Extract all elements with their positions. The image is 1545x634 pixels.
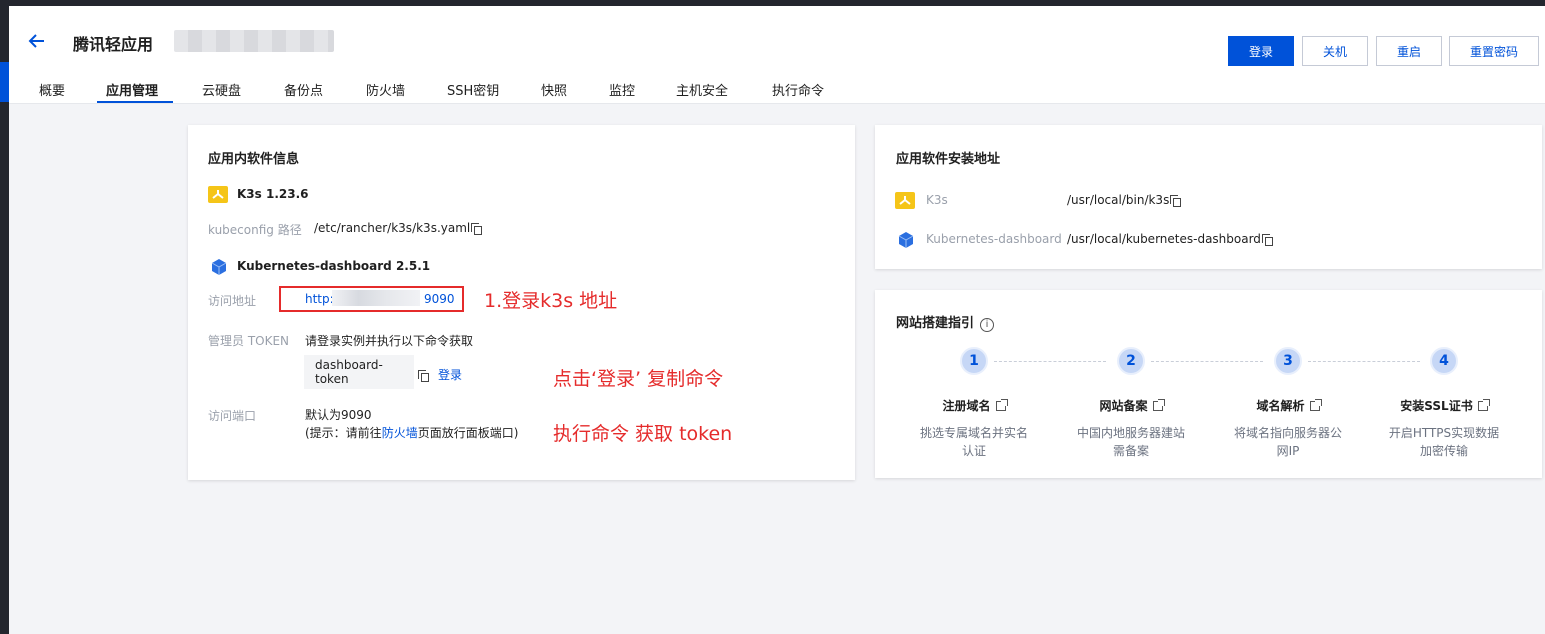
token-command-box: dashboard-token <box>304 355 414 389</box>
copy-icon[interactable] <box>418 370 429 382</box>
step-number: 2 <box>1117 347 1145 375</box>
tab-monitor[interactable]: 监控 <box>609 80 635 104</box>
site-guide-title: 网站搭建指引 <box>896 316 975 331</box>
step-desc: 中国内地服务器建站需备案 <box>1076 426 1185 458</box>
dashboard-version: Kubernetes-dashboard 2.5.1 <box>237 259 431 273</box>
port-tip: (提示：请前往防火墙页面放行面板端口) <box>305 424 518 441</box>
step-title: 域名解析 <box>1256 399 1305 413</box>
install-paths-title: 应用软件安装地址 <box>896 152 1001 167</box>
active-tab-indicator <box>97 101 173 103</box>
login-button[interactable]: 登录 <box>1228 36 1294 66</box>
url-masked-segment <box>332 290 420 306</box>
instance-name-masked <box>174 30 334 52</box>
step-title: 网站备案 <box>1099 399 1148 413</box>
shutdown-button[interactable]: 关机 <box>1302 36 1368 66</box>
k3s-icon <box>208 186 228 203</box>
restart-button[interactable]: 重启 <box>1376 36 1442 66</box>
k3s-icon <box>895 192 915 209</box>
tab-overview[interactable]: 概要 <box>39 80 65 104</box>
cube-icon <box>210 258 228 276</box>
port-tip-prefix: (提示：请前往 <box>305 426 382 440</box>
install-item-path-row: /usr/local/bin/k3s <box>1067 193 1182 207</box>
copy-icon[interactable] <box>471 223 483 235</box>
install-item-path: /usr/local/kubernetes-dashboard <box>1067 232 1261 246</box>
annotation-step-1: 1.登录k3s 地址 <box>484 290 618 312</box>
step-number: 1 <box>960 347 988 375</box>
access-address-label: 访问地址 <box>208 294 257 308</box>
tab-run-command[interactable]: 执行命令 <box>772 80 824 104</box>
cube-icon <box>897 231 915 249</box>
token-hint: 请登录实例并执行以下命令获取 <box>305 334 474 348</box>
tab-backup[interactable]: 备份点 <box>284 80 323 104</box>
install-item-name: K3s <box>926 193 948 207</box>
step-title-link[interactable]: 注册域名 <box>894 397 1054 414</box>
copy-icon[interactable] <box>1170 195 1182 207</box>
access-url-link[interactable]: http: <box>305 292 334 306</box>
access-port-label: 访问端口 <box>208 409 257 423</box>
kubeconfig-path: /etc/rancher/k3s/k3s.yaml <box>314 221 471 235</box>
guide-step: 4 安装SSL证书 开启HTTPS实现数据加密传输 <box>1364 347 1524 460</box>
tab-host-security[interactable]: 主机安全 <box>676 80 728 104</box>
annotation-step-2: 点击‘登录’ 复制命令 <box>553 368 724 390</box>
step-desc: 将域名指向服务器公网IP <box>1233 426 1342 458</box>
port-default: 默认为9090 <box>305 408 372 422</box>
tab-firewall[interactable]: 防火墙 <box>366 80 405 104</box>
tab-cloud-disk[interactable]: 云硬盘 <box>202 80 241 104</box>
guide-step: 1 注册域名 挑选专属域名并实名认证 <box>894 347 1054 460</box>
guide-step: 2 网站备案 中国内地服务器建站需备案 <box>1051 347 1211 460</box>
tab-snapshot[interactable]: 快照 <box>541 80 567 104</box>
kubeconfig-label: kubeconfig 路径 <box>208 223 302 237</box>
firewall-link[interactable]: 防火墙 <box>382 426 418 440</box>
tab-bar: 概要 应用管理 云硬盘 备份点 防火墙 SSH密钥 快照 监控 主机安全 执行命… <box>9 80 909 104</box>
install-item-name: Kubernetes-dashboard <box>926 232 1062 246</box>
info-icon[interactable]: i <box>980 318 995 332</box>
page-title: 腾讯轻应用 <box>73 35 154 54</box>
admin-token-label: 管理员 TOKEN <box>208 334 290 348</box>
left-rail-accent <box>0 62 9 102</box>
external-link-icon <box>995 399 1008 411</box>
step-number: 3 <box>1274 347 1302 375</box>
guide-step: 3 域名解析 将域名指向服务器公网IP <box>1208 347 1368 460</box>
step-title: 安装SSL证书 <box>1400 399 1473 413</box>
token-command: dashboard-token <box>315 358 383 386</box>
reset-password-button[interactable]: 重置密码 <box>1449 36 1539 66</box>
install-item-path: /usr/local/bin/k3s <box>1067 193 1170 207</box>
step-title-link[interactable]: 安装SSL证书 <box>1364 397 1524 414</box>
external-link-icon <box>1477 399 1490 411</box>
step-title-link[interactable]: 域名解析 <box>1208 397 1368 414</box>
back-arrow-icon[interactable] <box>27 31 47 51</box>
site-guide-title-row: 网站搭建指引 i <box>896 312 995 332</box>
login-link[interactable]: 登录 <box>438 366 462 383</box>
kubeconfig-path-row: /etc/rancher/k3s/k3s.yaml <box>314 221 483 235</box>
install-item-path-row: /usr/local/kubernetes-dashboard <box>1067 232 1273 246</box>
k3s-version: K3s 1.23.6 <box>237 187 309 201</box>
tab-ssh-key[interactable]: SSH密钥 <box>447 80 499 104</box>
step-title-link[interactable]: 网站备案 <box>1051 397 1211 414</box>
annotation-step-3: 执行命令 获取 token <box>553 423 733 445</box>
external-link-icon <box>1309 399 1322 411</box>
step-number: 4 <box>1430 347 1458 375</box>
install-paths-card <box>875 125 1542 269</box>
port-tip-suffix: 页面放行面板端口) <box>417 426 519 440</box>
step-desc: 开启HTTPS实现数据加密传输 <box>1388 426 1500 458</box>
external-link-icon <box>1152 399 1165 411</box>
copy-icon[interactable] <box>1261 234 1273 246</box>
copy-token-wrapper <box>417 368 429 382</box>
access-url-port[interactable]: 9090 <box>424 292 455 306</box>
software-info-title: 应用内软件信息 <box>208 152 300 167</box>
step-title: 注册域名 <box>942 399 991 413</box>
step-desc: 挑选专属域名并实名认证 <box>919 426 1028 458</box>
